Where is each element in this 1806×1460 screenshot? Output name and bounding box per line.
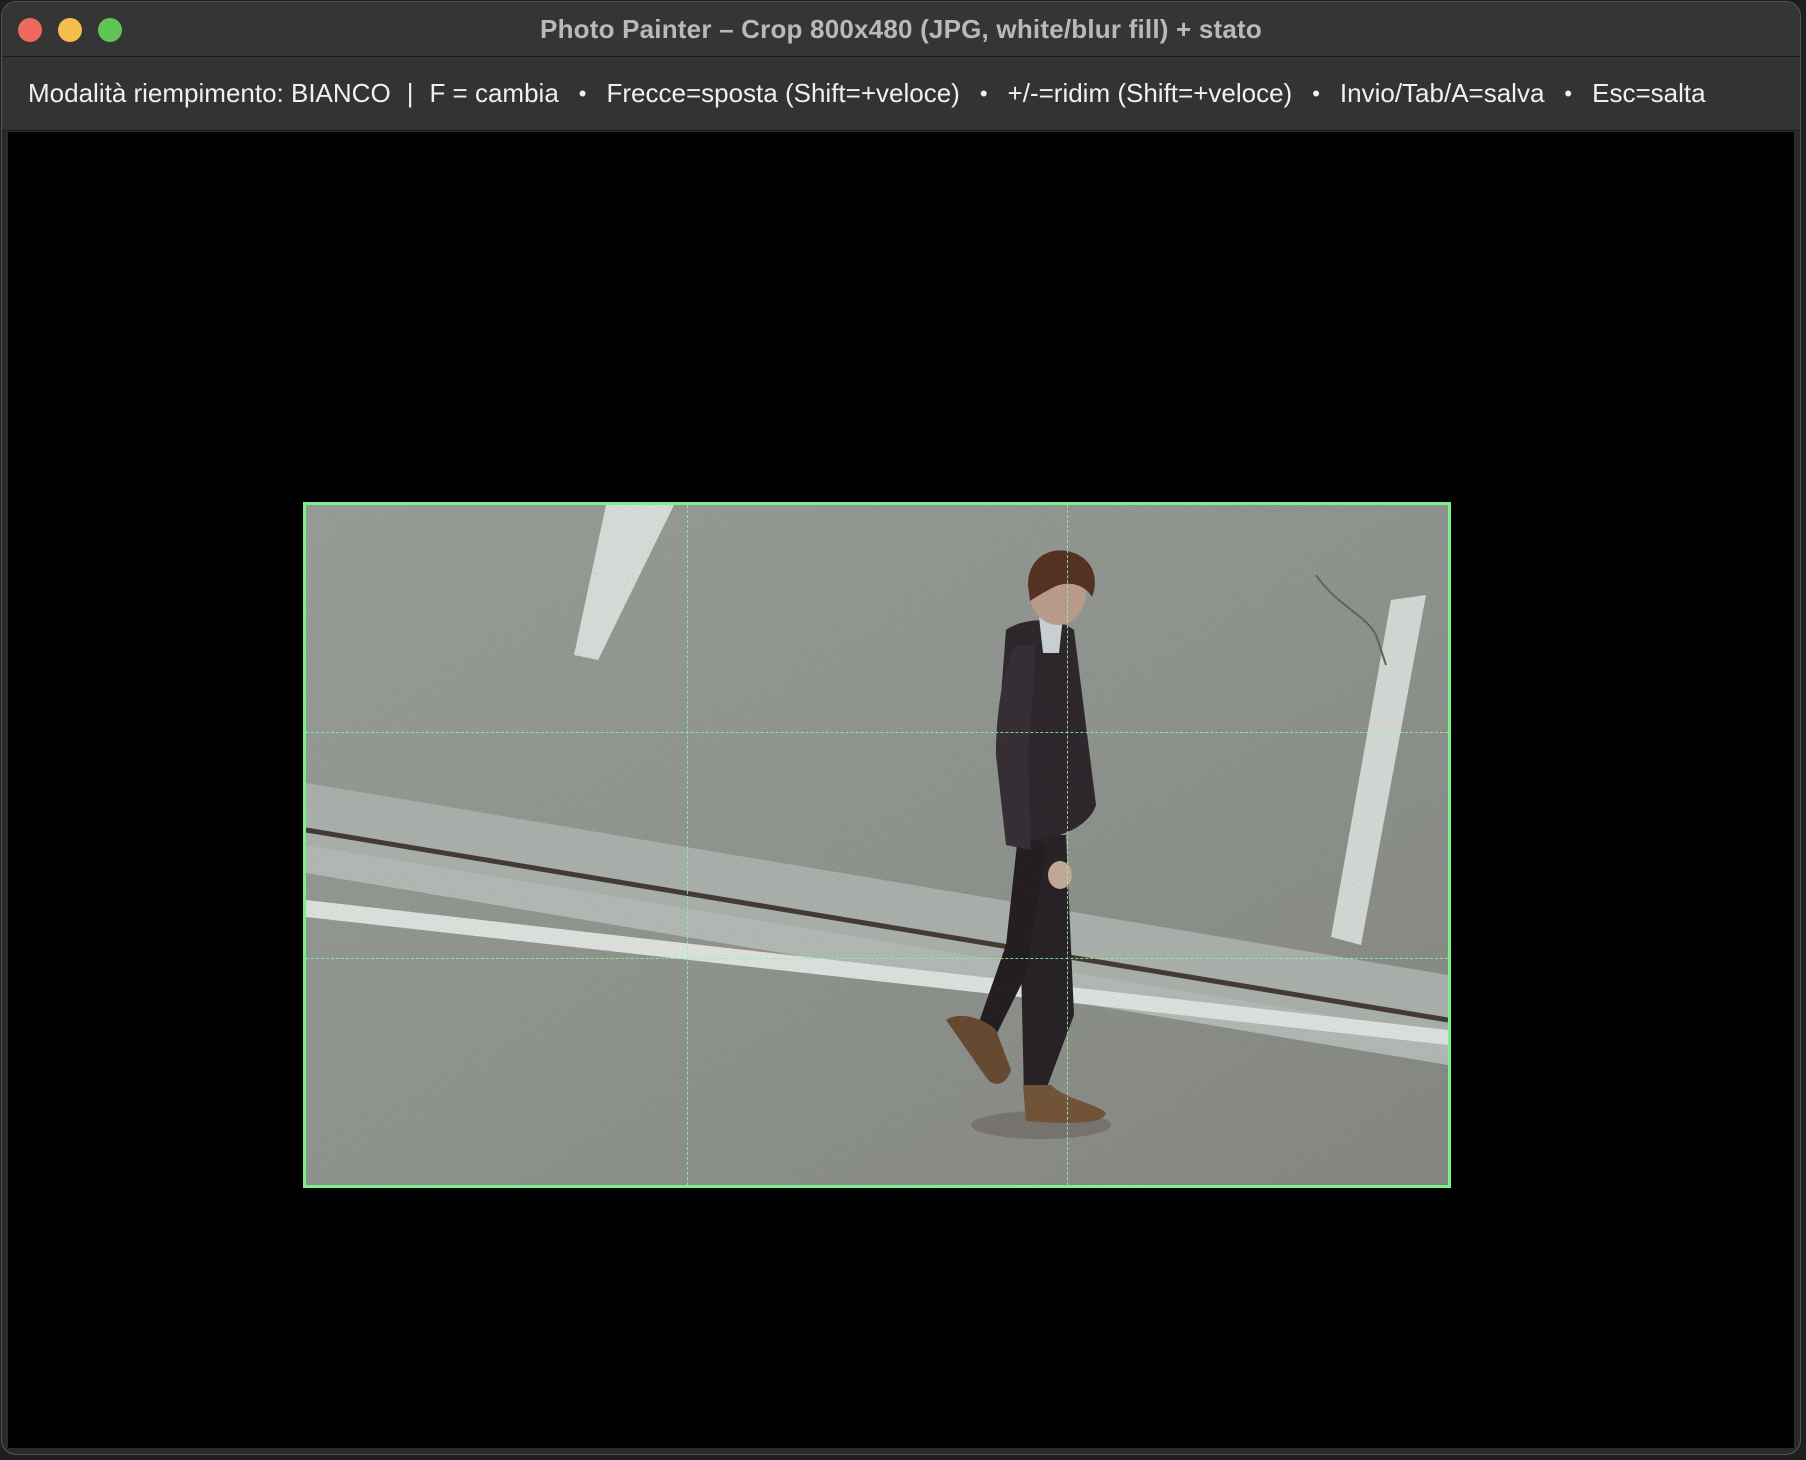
grid-line-vertical	[686, 505, 688, 1185]
title-bar[interactable]: Photo Painter – Crop 800x480 (JPG, white…	[2, 2, 1800, 57]
grid-line-horizontal	[306, 731, 1448, 733]
app-window: Photo Painter – Crop 800x480 (JPG, white…	[2, 2, 1800, 1454]
photo-grain	[306, 505, 1448, 1185]
bullet-separator: •	[1312, 80, 1320, 106]
bullet-separator: •	[1564, 80, 1573, 106]
window-title: Photo Painter – Crop 800x480 (JPG, white…	[540, 14, 1262, 44]
hint-skip: Esc=salta	[1592, 78, 1706, 108]
hint-move: Frecce=sposta (Shift=+veloce)	[606, 78, 960, 108]
grid-line-horizontal	[306, 958, 1448, 960]
bullet-separator: •	[578, 80, 587, 106]
crop-rectangle[interactable]	[303, 502, 1451, 1188]
hint-resize: +/-=ridim (Shift=+veloce)	[1007, 78, 1293, 108]
hint-bar: Modalità riempimento: BIANCO | F = cambi…	[2, 57, 1800, 131]
image-canvas[interactable]	[8, 132, 1794, 1448]
grid-line-vertical	[1067, 505, 1069, 1185]
hint-toggle-fill: F = cambia	[429, 78, 559, 108]
fill-mode-label: Modalità riempimento: BIANCO	[28, 78, 391, 108]
pipe-separator: |	[406, 78, 414, 108]
bullet-separator: •	[979, 80, 988, 106]
hint-save: Invio/Tab/A=salva	[1339, 78, 1545, 108]
